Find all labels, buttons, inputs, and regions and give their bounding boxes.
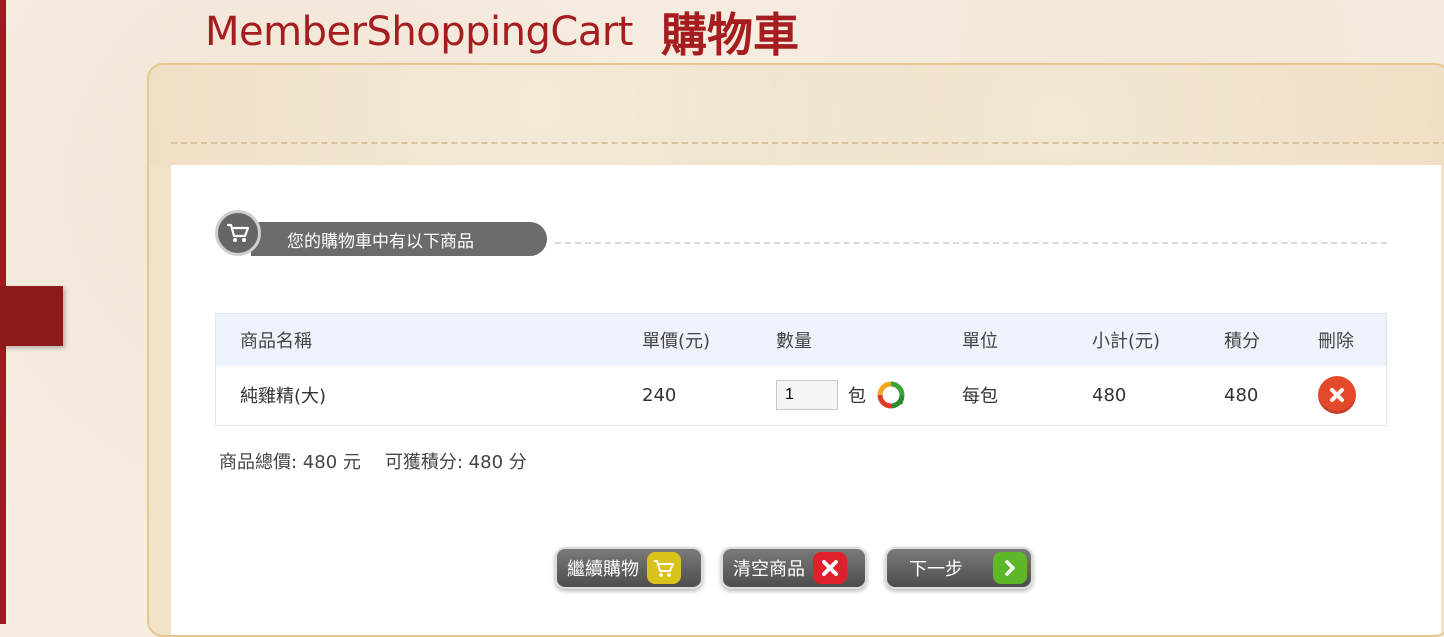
arrow-right-icon [993,552,1027,584]
cart-totals: 商品總價: 480 元 可獲積分: 480 分 [219,448,527,474]
table-row: 純雞精(大) 240 包 [215,365,1387,426]
cart-panel: 您的購物車中有以下商品 商品名稱 單價(元) 數量 單位 小計(元) 積分 刪除… [147,63,1444,637]
section-divider [555,242,1387,244]
continue-shopping-button[interactable]: 繼續購物 [555,547,703,589]
product-name: 純雞精(大) [240,386,327,408]
page-title-zh: 購物車 [660,8,799,62]
panel-content: 您的購物車中有以下商品 商品名稱 單價(元) 數量 單位 小計(元) 積分 刪除… [171,165,1441,635]
quantity-input[interactable] [776,380,838,411]
cart-icon [647,552,681,584]
delete-icon[interactable] [1318,376,1356,415]
col-header-name: 商品名稱 [240,330,312,352]
product-subtotal: 480 [1092,384,1127,406]
action-buttons: 繼續購物 清空商品 下一步 [555,547,1033,589]
col-header-points: 積分 [1224,330,1260,352]
page-title: MemberShoppingCart 購物車 [205,2,799,62]
total-points: 可獲積分: 480 分 [384,452,527,473]
table-header-row: 商品名稱 單價(元) 數量 單位 小計(元) 積分 刪除 [215,313,1387,366]
cart-icon [215,210,261,256]
product-price: 240 [642,384,677,406]
next-step-label: 下一步 [909,559,963,580]
panel-header-area [149,65,1444,165]
clear-cart-button[interactable]: 清空商品 [721,547,867,589]
col-header-subtotal: 小計(元) [1092,330,1161,352]
product-unit: 每包 [962,386,998,408]
section-header-label: 您的購物車中有以下商品 [251,222,547,256]
total-price: 商品總價: 480 元 [219,452,361,473]
col-header-price: 單價(元) [642,330,711,352]
cart-table: 商品名稱 單價(元) 數量 單位 小計(元) 積分 刪除 純雞精(大) 240 [215,313,1387,426]
close-icon [813,552,847,584]
refresh-icon[interactable] [876,380,906,410]
col-header-qty: 數量 [776,330,812,352]
next-step-button[interactable]: 下一步 [885,547,1033,589]
quantity-cell: 包 [776,366,962,426]
panel-divider [171,142,1444,144]
continue-shopping-label: 繼續購物 [567,559,639,580]
quantity-unit: 包 [848,386,866,408]
left-side-tab [0,286,63,346]
col-header-delete: 刪除 [1318,330,1354,352]
section-header: 您的購物車中有以下商品 [215,210,1387,256]
clear-cart-label: 清空商品 [733,559,805,580]
delete-cell [1318,366,1387,426]
col-header-unit: 單位 [962,330,998,352]
page-title-en: MemberShoppingCart [205,9,633,55]
product-points: 480 [1224,384,1259,406]
